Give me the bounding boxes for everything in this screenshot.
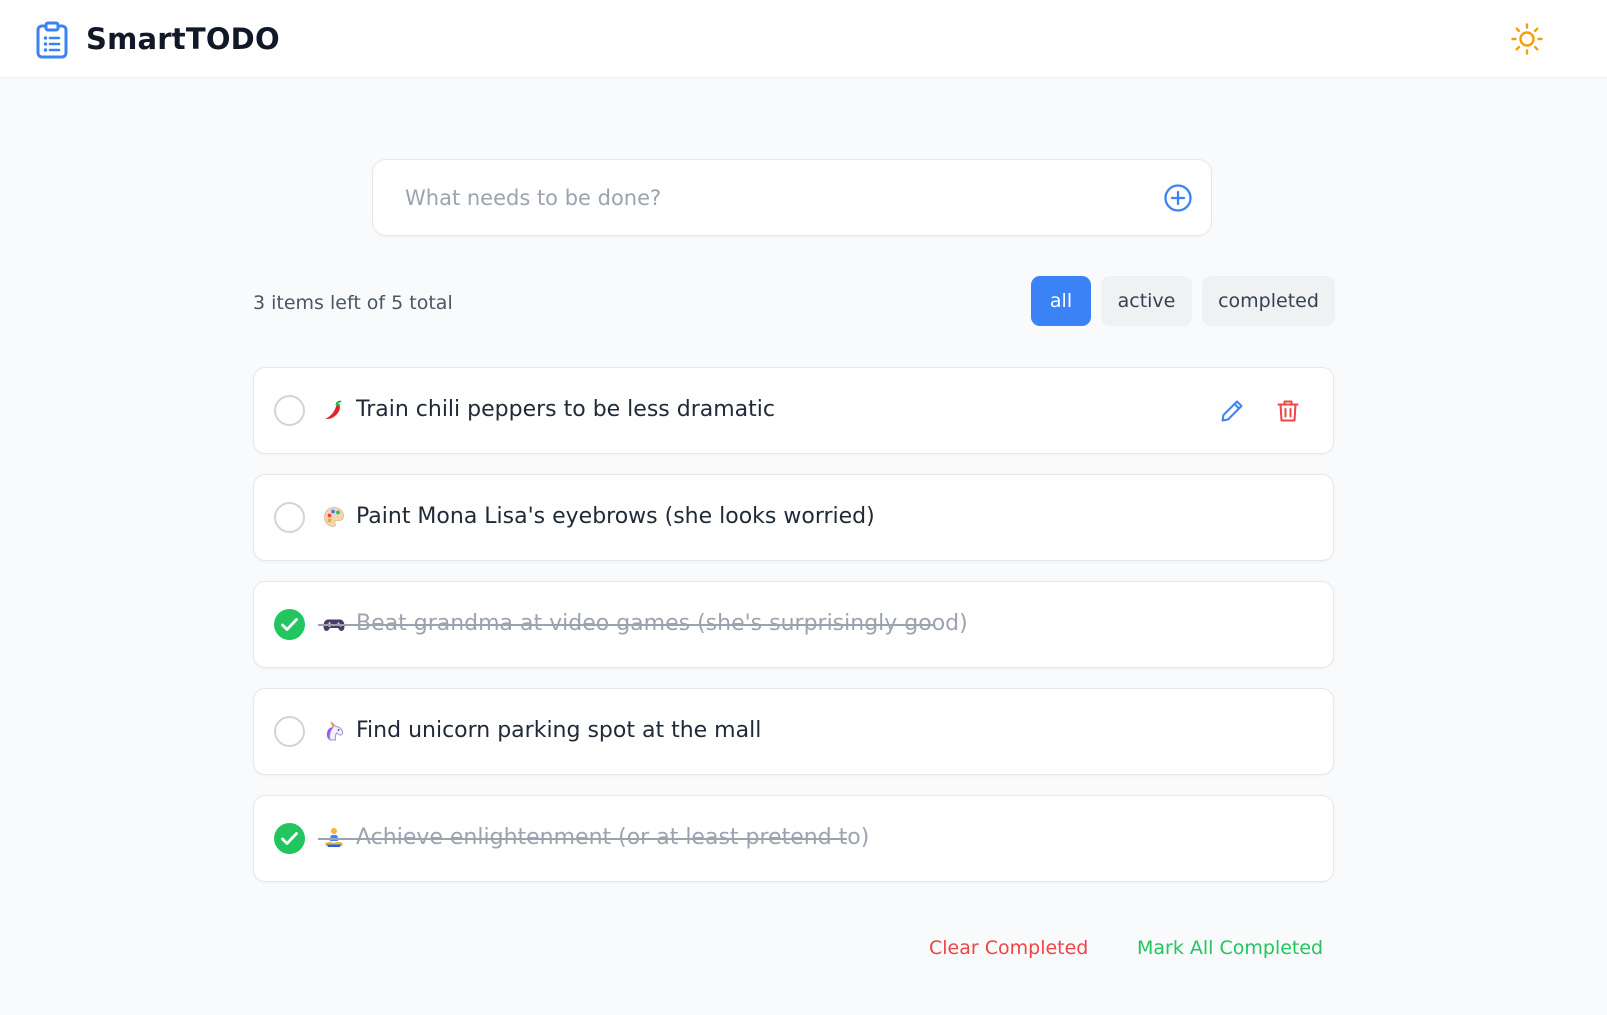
filter-all-button[interactable]: all [1031, 276, 1091, 326]
todo-checkbox[interactable] [274, 823, 305, 854]
trash-icon[interactable] [1274, 397, 1302, 425]
todo-item[interactable]: Train chili peppers to be less dramatic [253, 367, 1334, 454]
plus-circle-icon[interactable] [1162, 182, 1194, 214]
new-todo-box [372, 159, 1212, 236]
todo-checkbox[interactable] [274, 716, 305, 747]
new-todo-input[interactable] [403, 160, 1143, 235]
strikethrough-line [318, 624, 933, 626]
items-left-counter: 3 items left of 5 total [253, 292, 453, 314]
todo-item[interactable]: Find unicorn parking spot at the mall [253, 688, 1334, 775]
todo-text[interactable]: Train chili peppers to be less dramatic [356, 394, 775, 426]
todo-checkbox[interactable] [274, 395, 305, 426]
filter-completed-button[interactable]: completed [1202, 276, 1335, 326]
clipboard-list-icon [36, 21, 68, 59]
checkmark-icon [281, 832, 298, 845]
todo-item[interactable]: Paint Mona Lisa's eyebrows (she looks wo… [253, 474, 1334, 561]
checkmark-icon [281, 618, 298, 631]
sun-icon[interactable] [1510, 22, 1544, 56]
app-header: SmartTODO [0, 0, 1607, 78]
todo-checkbox[interactable] [274, 609, 305, 640]
clear-completed-button[interactable]: Clear Completed [929, 935, 1088, 961]
chili-pepper-icon [325, 400, 342, 420]
todo-item[interactable]: Beat grandma at video games (she's surpr… [253, 581, 1334, 668]
strikethrough-line [318, 838, 847, 840]
palette-icon [324, 507, 344, 527]
todo-text[interactable]: Find unicorn parking spot at the mall [356, 715, 761, 747]
unicorn-icon [326, 720, 344, 741]
app-title: SmartTODO [86, 22, 280, 56]
todo-item[interactable]: Achieve enlightenment (or at least prete… [253, 795, 1334, 882]
pencil-icon[interactable] [1218, 397, 1246, 425]
todo-text[interactable]: Paint Mona Lisa's eyebrows (she looks wo… [356, 501, 875, 533]
filter-active-button[interactable]: active [1101, 276, 1192, 326]
todo-checkbox[interactable] [274, 502, 305, 533]
mark-all-completed-button[interactable]: Mark All Completed [1137, 935, 1323, 961]
